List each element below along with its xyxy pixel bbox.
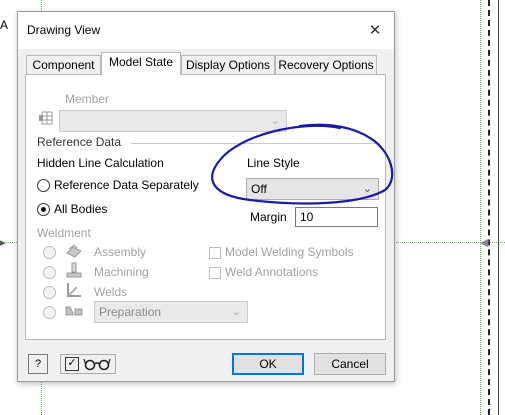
radio-selected-dot <box>41 207 46 212</box>
chevron-down-icon: ⌄ <box>270 115 280 127</box>
bg-right-line-thin <box>498 0 499 415</box>
assembly-label: Assembly <box>94 245 147 259</box>
bg-right-border-line <box>488 0 490 415</box>
weld-annotations-label[interactable]: Weld Annotations <box>225 265 318 279</box>
bg-left-arrow-icon: ▸ <box>0 237 6 249</box>
glasses-icon <box>83 357 111 377</box>
member-table-icon <box>39 111 53 125</box>
checkbox-checked-icon: ✓ <box>65 357 79 371</box>
reference-data-separately-label[interactable]: Reference Data Separately <box>54 178 199 192</box>
tab-recovery-options[interactable]: Recovery Options <box>275 55 377 74</box>
model-state-panel: Member ⌄ Reference Data Hidden Line Calc… <box>25 74 386 340</box>
weldment-heading: Weldment <box>37 226 91 240</box>
preparation-select[interactable]: Preparation ⌄ <box>94 301 248 323</box>
chevron-down-icon: ⌄ <box>231 306 241 318</box>
radio-assembly[interactable] <box>43 246 56 259</box>
line-style-label: Line Style <box>247 156 300 170</box>
all-bodies-label[interactable]: All Bodies <box>54 202 107 216</box>
cancel-button[interactable]: Cancel <box>314 353 386 375</box>
help-button[interactable]: ? <box>28 354 48 374</box>
welds-icon <box>65 282 83 301</box>
dialog-title: Drawing View <box>27 23 101 37</box>
assembly-icon <box>65 243 83 262</box>
member-select[interactable]: ⌄ <box>59 110 287 132</box>
help-icon: ? <box>34 358 42 370</box>
machining-icon <box>65 262 83 281</box>
dialog-titlebar: Drawing View ✕ <box>18 12 394 49</box>
tab-model-state[interactable]: Model State <box>101 52 181 75</box>
reference-data-heading: Reference Data <box>37 135 122 149</box>
bg-right-dotted-line <box>480 0 481 415</box>
background-label-a: A <box>0 18 9 32</box>
chevron-down-icon: ⌄ <box>362 183 372 195</box>
radio-reference-data-separately[interactable] <box>37 179 50 192</box>
line-style-select[interactable]: Off ⌄ <box>246 178 379 200</box>
margin-input[interactable]: 10 <box>295 207 378 227</box>
hidden-line-label: Hidden Line Calculation <box>37 156 164 170</box>
welds-label: Welds <box>94 285 128 299</box>
radio-machining[interactable] <box>43 266 56 279</box>
radio-preparation[interactable] <box>43 306 56 319</box>
ok-button[interactable]: OK <box>232 353 304 375</box>
model-welding-symbols-label[interactable]: Model Welding Symbols <box>225 245 354 259</box>
member-label: Member <box>65 92 110 106</box>
preparation-icon <box>65 303 83 320</box>
radio-all-bodies[interactable] <box>37 203 50 216</box>
close-icon[interactable]: ✕ <box>364 20 386 42</box>
line-style-value: Off <box>251 182 267 196</box>
tab-display-options[interactable]: Display Options <box>181 55 275 74</box>
radio-welds[interactable] <box>43 286 56 299</box>
preparation-value: Preparation <box>99 305 162 319</box>
tab-component[interactable]: Component <box>26 55 101 74</box>
bg-right-arrow-icon: ◀ <box>480 237 489 249</box>
model-welding-symbols-checkbox[interactable] <box>209 247 221 259</box>
weld-annotations-checkbox[interactable] <box>209 267 221 279</box>
margin-label: Margin <box>250 210 287 224</box>
display-toggle-button[interactable]: ✓ <box>60 354 116 374</box>
drawing-view-dialog: Drawing View ✕ Component Model State Dis… <box>17 11 395 382</box>
reference-data-divider <box>131 143 379 144</box>
machining-label: Machining <box>94 265 149 279</box>
